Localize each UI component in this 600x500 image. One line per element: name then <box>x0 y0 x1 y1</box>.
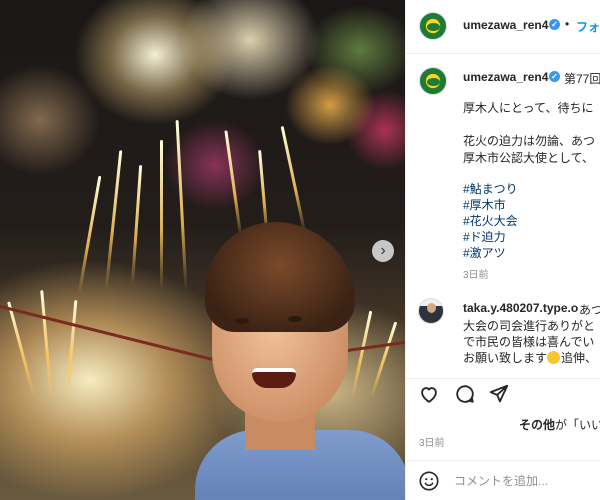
caption-line: 厚木人にとって、待ちに <box>463 101 594 115</box>
caption-line: 花火の迫力は勿論、あつ <box>463 134 596 148</box>
likes-prefix: その他 <box>519 418 556 432</box>
smile-icon[interactable] <box>418 470 440 492</box>
comment-bar <box>406 460 600 500</box>
post-photo: › <box>0 0 405 500</box>
firework-streak <box>40 290 53 400</box>
firework-streak <box>104 150 123 290</box>
person-hair <box>205 222 355 332</box>
firework-streak <box>130 165 143 285</box>
comment-icon[interactable] <box>454 383 476 405</box>
overhead-wire <box>0 305 214 362</box>
caption-author-username[interactable]: umezawa_ren4 <box>463 70 548 84</box>
caption-line: 厚木市公認大使として、 <box>463 151 595 165</box>
commenter-avatar[interactable] <box>418 298 444 324</box>
likes-text: が「いい <box>555 418 600 432</box>
heart-icon[interactable] <box>418 383 440 405</box>
person-eye <box>235 318 249 324</box>
likes-summary[interactable]: その他が「いい <box>519 416 600 433</box>
overhead-wire <box>339 340 405 353</box>
author-username[interactable]: umezawa_ren4 <box>463 18 548 32</box>
caption-title: 第77回 <box>564 72 600 86</box>
comment-input[interactable] <box>454 471 594 491</box>
separator-dot: • <box>565 17 570 31</box>
comment-line: で市民の皆様は喜んでい <box>463 335 595 349</box>
caption-author-avatar[interactable] <box>419 67 447 95</box>
hashtag-link[interactable]: #激アツ <box>463 244 506 261</box>
hashtag-link[interactable]: #鮎まつり <box>463 180 518 197</box>
comment-line-start: お願い致します <box>463 351 548 365</box>
smile-emoji-icon <box>547 351 561 364</box>
verified-icon: ✓ <box>549 19 560 30</box>
commenter-username[interactable]: taka.y.480207.type.o <box>463 301 578 315</box>
person-mouth <box>252 368 296 388</box>
post-header: umezawa_ren4 ✓ • フォロ <box>406 0 600 54</box>
firework-streak <box>280 125 307 235</box>
firework-streak <box>350 310 373 400</box>
hashtag-link[interactable]: #厚木市 <box>463 196 506 213</box>
author-avatar[interactable] <box>419 12 447 40</box>
caption-timestamp: 3日前 <box>463 270 489 281</box>
post-side-panel: umezawa_ren4 ✓ • フォロ umezawa_ren4 ✓ 第77回… <box>405 0 600 500</box>
send-icon[interactable] <box>488 383 510 405</box>
person-eye <box>288 316 302 322</box>
hashtag-link[interactable]: #花火大会 <box>463 212 518 229</box>
chevron-right-icon[interactable]: › <box>372 240 394 262</box>
action-bar <box>406 378 600 408</box>
hashtag-link[interactable]: #ド迫力 <box>463 228 506 245</box>
firework-streak <box>65 300 78 400</box>
comment-line: 大会の司会進行ありがと <box>463 319 596 333</box>
comment-line: お願い致します 追伸、 <box>463 349 597 366</box>
post-timestamp[interactable]: 3日前 <box>419 434 445 449</box>
follow-button[interactable]: フォロ <box>576 18 600 35</box>
comment-user-suffix: あつ <box>579 303 600 317</box>
verified-icon: ✓ <box>549 71 560 82</box>
caption-scroll-area[interactable]: umezawa_ren4 ✓ 第77回 厚木人にとって、待ちに 花火の迫力は勿論… <box>406 55 600 377</box>
firework-streak <box>160 140 163 290</box>
firework-streak <box>369 321 398 399</box>
firework-streak <box>175 120 188 290</box>
firework-streak <box>224 130 243 240</box>
firework-streak <box>77 175 102 295</box>
comment-line-end: 追伸、 <box>561 351 598 365</box>
